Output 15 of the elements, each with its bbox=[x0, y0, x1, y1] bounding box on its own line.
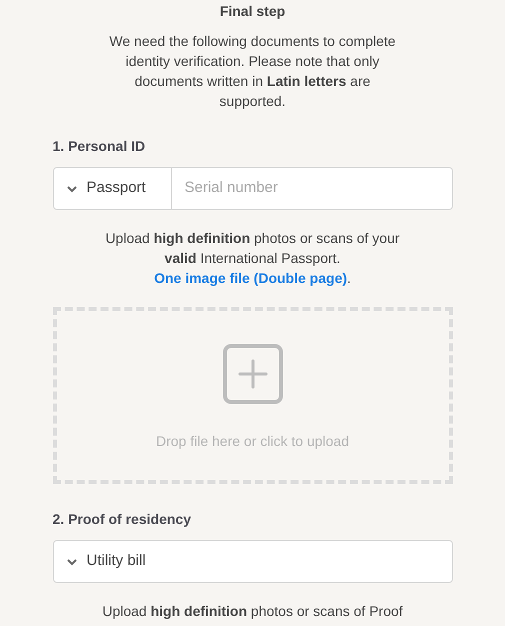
instructions-text: Upload high definition photos or scans of your valid International Passport. bbox=[104, 229, 401, 268]
instructions-text: Upload high definition photos or scans of Proof bbox=[101, 602, 404, 621]
document-type-dropdown[interactable]: Passport bbox=[52, 167, 172, 210]
chevron-down-icon bbox=[66, 184, 78, 192]
section-heading: 2. Proof of residency bbox=[52, 510, 192, 529]
intro-text: We need the following documents to complete identity verification. Please note that only documents written in Latin letters are supported. bbox=[108, 32, 397, 111]
chevron-down-icon bbox=[66, 558, 78, 566]
dropzone-text: Drop file here or click to upload bbox=[156, 432, 349, 451]
format-link[interactable]: One image file (Double page) bbox=[154, 270, 348, 286]
document-type-dropdown[interactable]: Utility bill bbox=[52, 540, 452, 583]
period-text: . bbox=[347, 270, 351, 286]
serial-number-field[interactable]: Serial number bbox=[172, 167, 452, 210]
section-heading: 1. Personal ID bbox=[52, 137, 146, 156]
page-title: Final step bbox=[218, 2, 286, 21]
add-icon bbox=[222, 344, 282, 404]
